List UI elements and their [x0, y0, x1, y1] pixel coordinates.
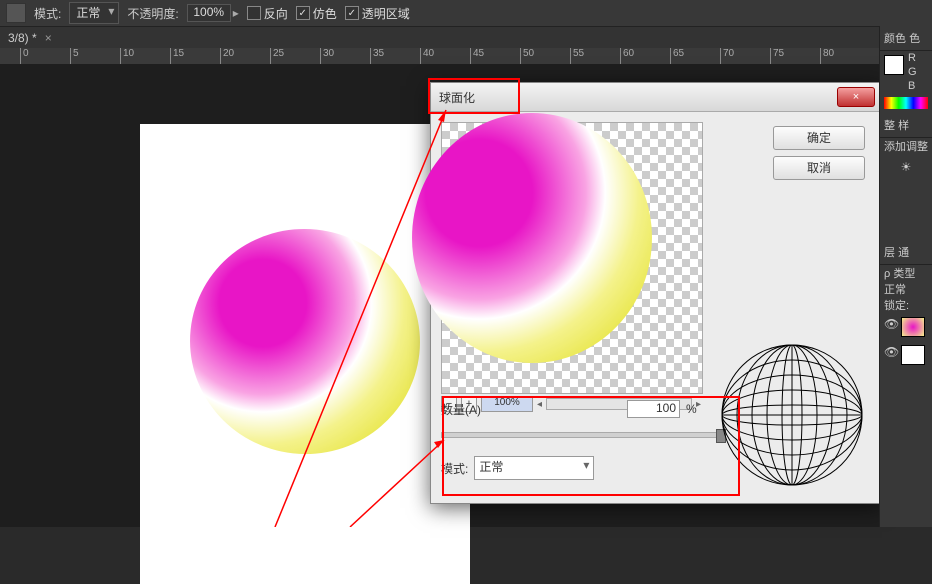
ruler-tick: 45	[470, 48, 484, 64]
ruler-tick: 15	[170, 48, 184, 64]
brightness-icon[interactable]: ☀	[880, 154, 932, 180]
eye-icon[interactable]: 👁	[884, 317, 899, 337]
dither-checkbox[interactable]: ✓仿色	[296, 5, 337, 22]
close-icon: ×	[853, 91, 859, 103]
dialog-body: − + 100% ◂ ▸ 确定 取消 数量(A) 100 % 模式: 正常	[431, 112, 881, 504]
close-tab-icon[interactable]: ×	[45, 31, 52, 45]
chevron-down-icon[interactable]: ▸	[233, 6, 239, 20]
options-bar: 模式: 正常 不透明度: 100% ▸ 反向 ✓仿色 ✓透明区域	[0, 0, 932, 27]
layer-thumb[interactable]	[901, 345, 925, 365]
sphere-wireframe-icon	[717, 340, 867, 490]
layer-blend-select[interactable]: 正常	[880, 281, 932, 297]
layer-thumb[interactable]	[901, 317, 925, 337]
cancel-button[interactable]: 取消	[773, 156, 865, 180]
document-title: 3/8) *	[8, 31, 37, 45]
color-panel-tab[interactable]: 颜色 色	[880, 26, 932, 51]
ruler-tick: 0	[20, 48, 29, 64]
type-label: 类型	[893, 268, 915, 280]
color-ramp[interactable]	[884, 97, 928, 109]
adjustments-panel-tab[interactable]: 整 样	[880, 113, 932, 138]
dialog-close-button[interactable]: ×	[837, 87, 875, 107]
r-label: R	[908, 51, 917, 65]
gradient-preset-icon[interactable]	[6, 3, 26, 23]
reverse-label: 反向	[264, 5, 288, 22]
dialog-mode-select[interactable]: 正常	[474, 456, 594, 480]
preview-gradient	[412, 113, 652, 363]
document-tab[interactable]: 3/8) * ×	[0, 27, 932, 50]
opacity-label: 不透明度:	[127, 5, 178, 22]
dialog-mode-label: 模式:	[441, 460, 468, 477]
swatch-tab-label: 色	[909, 33, 920, 45]
reverse-checkbox[interactable]: 反向	[247, 5, 288, 22]
amount-slider[interactable]	[441, 432, 723, 438]
ruler-horizontal: 0 5 10 15 20 25 30 35 40 45 50 55 60 65 70 75 80	[0, 48, 880, 65]
checkbox-icon	[247, 6, 261, 20]
ruler-tick: 70	[720, 48, 734, 64]
ruler-tick: 40	[420, 48, 434, 64]
ruler-tick: 50	[520, 48, 534, 64]
eye-icon[interactable]: 👁	[884, 345, 899, 365]
ruler-tick: 80	[820, 48, 834, 64]
blend-mode-value: 正常	[76, 6, 100, 20]
g-label: G	[908, 65, 917, 79]
ruler-tick: 25	[270, 48, 284, 64]
adjust-tab-label: 整	[884, 120, 895, 132]
gradient-oval	[179, 218, 431, 466]
ruler-tick: 10	[120, 48, 134, 64]
ruler-tick: 65	[670, 48, 684, 64]
dialog-mode-value: 正常	[479, 460, 503, 474]
opacity-field[interactable]: 100%	[187, 4, 231, 22]
right-panels: 颜色 色 R G B 整 样 添加调整 ☀ 层 通 ρ 类型 正常 锁定: 👁 …	[879, 26, 932, 527]
amount-input[interactable]: 100	[627, 400, 680, 418]
preview-box[interactable]	[441, 122, 703, 394]
add-adjustment-label: 添加调整	[880, 138, 932, 154]
b-label: B	[908, 79, 917, 93]
dialog-titlebar[interactable]: 球面化 ×	[431, 83, 881, 112]
dialog-title: 球面化	[439, 89, 475, 106]
ruler-tick: 75	[770, 48, 784, 64]
ruler-tick: 35	[370, 48, 384, 64]
spherize-dialog: 球面化 × − + 100% ◂ ▸ 确定 取消 数量(A) 100 % 模式:…	[430, 82, 882, 504]
ruler-tick: 5	[70, 48, 79, 64]
dither-label: 仿色	[313, 5, 337, 22]
ruler-tick: 55	[570, 48, 584, 64]
transparency-label: 透明区域	[362, 5, 410, 22]
ok-button[interactable]: 确定	[773, 126, 865, 150]
transparency-checkbox[interactable]: ✓透明区域	[345, 5, 410, 22]
controls-group: 数量(A) 100 % 模式: 正常	[441, 400, 731, 490]
lock-label: 锁定:	[880, 297, 932, 313]
mode-label: 模式:	[34, 5, 61, 22]
style-tab-label: 样	[898, 120, 909, 132]
amount-label: 数量(A)	[441, 401, 621, 418]
ruler-tick: 60	[620, 48, 634, 64]
ruler-tick: 20	[220, 48, 234, 64]
checkbox-icon: ✓	[296, 6, 310, 20]
foreground-swatch[interactable]	[884, 55, 904, 75]
layers-panel-tab[interactable]: 层 通	[880, 240, 932, 265]
checkbox-icon: ✓	[345, 6, 359, 20]
layer-tab-label: 层	[884, 247, 895, 259]
color-tab-label: 颜色	[884, 33, 906, 45]
mask-tab-label: 通	[898, 247, 909, 259]
amount-unit: %	[686, 402, 697, 416]
blend-mode-select[interactable]: 正常	[69, 2, 119, 24]
type-filter-label[interactable]: ρ 类型	[880, 265, 932, 281]
ruler-tick: 30	[320, 48, 334, 64]
